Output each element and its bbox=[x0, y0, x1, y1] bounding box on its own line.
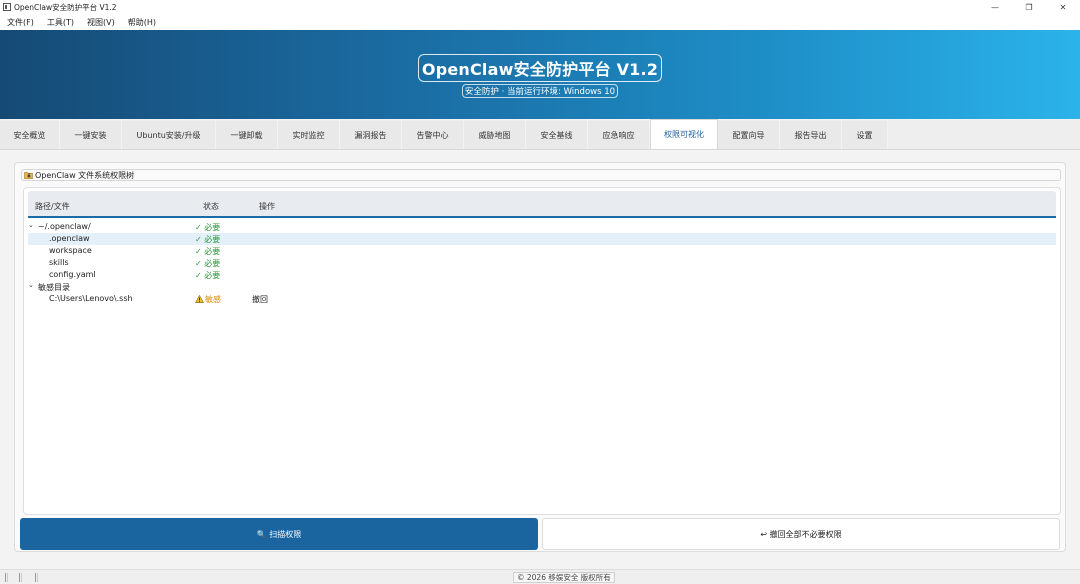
chevron-down-icon[interactable]: ⌄ bbox=[28, 281, 34, 289]
row-path: skills bbox=[49, 258, 69, 267]
status-bar: © 2026 移娱安全 版权所有 bbox=[0, 569, 1080, 584]
tab-vulnerability-report[interactable]: 漏洞报告 bbox=[340, 121, 402, 149]
row-status: ✓ 必要 bbox=[195, 271, 221, 280]
row-status: 敏感 bbox=[195, 294, 221, 305]
revoke-all-button[interactable]: ↩ 撤回全部不必要权限 bbox=[542, 518, 1060, 550]
row-status: ✓ 必要 bbox=[195, 259, 221, 268]
tab-permission-visualization[interactable]: 权限可视化 bbox=[650, 119, 718, 149]
section-header: OpenClaw 文件系统权限树 bbox=[21, 169, 1061, 181]
row-status: ✓ 必要 bbox=[195, 247, 221, 256]
status-text: 敏感 bbox=[205, 295, 221, 304]
statusbar-grip bbox=[5, 573, 8, 582]
tab-one-click-uninstall[interactable]: 一键卸载 bbox=[216, 121, 278, 149]
revoke-link[interactable]: 撤回 bbox=[252, 294, 268, 305]
tree-row[interactable]: workspace ✓ 必要 bbox=[28, 245, 1056, 257]
minimize-button[interactable]: — bbox=[978, 0, 1012, 14]
tree-row[interactable]: skills ✓ 必要 bbox=[28, 257, 1056, 269]
app-icon bbox=[3, 3, 11, 11]
statusbar-grip bbox=[19, 573, 22, 582]
tab-threat-map[interactable]: 威胁地图 bbox=[464, 121, 526, 149]
statusbar-grip bbox=[35, 573, 38, 582]
row-path: ~/.openclaw/ bbox=[38, 222, 91, 231]
tree-row[interactable]: config.yaml ✓ 必要 bbox=[28, 269, 1056, 281]
tree-row[interactable]: .openclaw ✓ 必要 bbox=[28, 233, 1056, 245]
column-path[interactable]: 路径/文件 bbox=[35, 201, 70, 212]
tab-bar: 安全概览 一键安装 Ubuntu安装/升级 一键卸载 实时监控 漏洞报告 告警中… bbox=[0, 119, 1080, 150]
window-title: OpenClaw安全防护平台 V1.2 bbox=[14, 2, 117, 12]
tab-settings[interactable]: 设置 bbox=[842, 121, 888, 149]
menu-bar: 文件(F) 工具(T) 视图(V) 帮助(H) bbox=[0, 14, 1080, 30]
menu-tools[interactable]: 工具(T) bbox=[47, 17, 74, 28]
menu-file[interactable]: 文件(F) bbox=[7, 17, 34, 28]
row-path: C:\Users\Lenovo\.ssh bbox=[49, 294, 133, 303]
permission-tree[interactable]: 路径/文件 状态 操作 ⌄ ~/.openclaw/ ✓ 必要 .opencla… bbox=[23, 187, 1061, 515]
column-action[interactable]: 操作 bbox=[259, 201, 275, 212]
chevron-down-icon[interactable]: ⌄ bbox=[28, 221, 34, 229]
tab-config-wizard[interactable]: 配置向导 bbox=[718, 121, 780, 149]
tab-emergency-response[interactable]: 应急响应 bbox=[588, 121, 650, 149]
section-title: OpenClaw 文件系统权限树 bbox=[35, 170, 135, 180]
menu-help[interactable]: 帮助(H) bbox=[128, 17, 156, 28]
tab-alert-center[interactable]: 告警中心 bbox=[402, 121, 464, 149]
tree-row[interactable]: ⌄ 敏感目录 bbox=[28, 281, 1056, 293]
tree-header: 路径/文件 状态 操作 bbox=[28, 191, 1056, 218]
window-controls: — ❐ ✕ bbox=[978, 0, 1080, 14]
permission-panel: OpenClaw 文件系统权限树 路径/文件 状态 操作 ⌄ ~/.opencl… bbox=[14, 162, 1066, 552]
tab-ubuntu-install[interactable]: Ubuntu安装/升级 bbox=[122, 121, 216, 149]
tab-report-export[interactable]: 报告导出 bbox=[780, 121, 842, 149]
column-status[interactable]: 状态 bbox=[203, 201, 219, 212]
folder-lock-icon bbox=[24, 172, 33, 179]
row-status: ✓ 必要 bbox=[195, 223, 221, 232]
menu-view[interactable]: 视图(V) bbox=[87, 17, 115, 28]
row-path: config.yaml bbox=[49, 270, 96, 279]
maximize-button[interactable]: ❐ bbox=[1012, 0, 1046, 14]
warning-icon bbox=[195, 295, 204, 303]
row-path: workspace bbox=[49, 246, 92, 255]
row-path: .openclaw bbox=[49, 234, 90, 243]
close-button[interactable]: ✕ bbox=[1046, 0, 1080, 14]
title-bar: OpenClaw安全防护平台 V1.2 — ❐ ✕ bbox=[0, 0, 1080, 14]
tab-realtime-monitor[interactable]: 实时监控 bbox=[278, 121, 340, 149]
copyright-text: © 2026 移娱安全 版权所有 bbox=[513, 572, 615, 583]
row-status: ✓ 必要 bbox=[195, 235, 221, 244]
tree-row[interactable]: C:\Users\Lenovo\.ssh 敏感 撤回 bbox=[28, 293, 1056, 305]
tab-one-click-install[interactable]: 一键安装 bbox=[60, 121, 122, 149]
tree-row[interactable]: ⌄ ~/.openclaw/ ✓ 必要 bbox=[28, 221, 1056, 233]
header-banner: OpenClaw安全防护平台 V1.2 安全防护 · 当前运行环境: Windo… bbox=[0, 30, 1080, 119]
row-path: 敏感目录 bbox=[38, 283, 70, 292]
tab-security-baseline[interactable]: 安全基线 bbox=[526, 121, 588, 149]
banner-title: OpenClaw安全防护平台 V1.2 bbox=[417, 53, 663, 82]
scan-permissions-button[interactable]: 🔍 扫描权限 bbox=[20, 518, 538, 550]
tab-security-overview[interactable]: 安全概览 bbox=[0, 121, 60, 149]
banner-subtitle: 安全防护 · 当前运行环境: Windows 10 bbox=[461, 83, 619, 98]
